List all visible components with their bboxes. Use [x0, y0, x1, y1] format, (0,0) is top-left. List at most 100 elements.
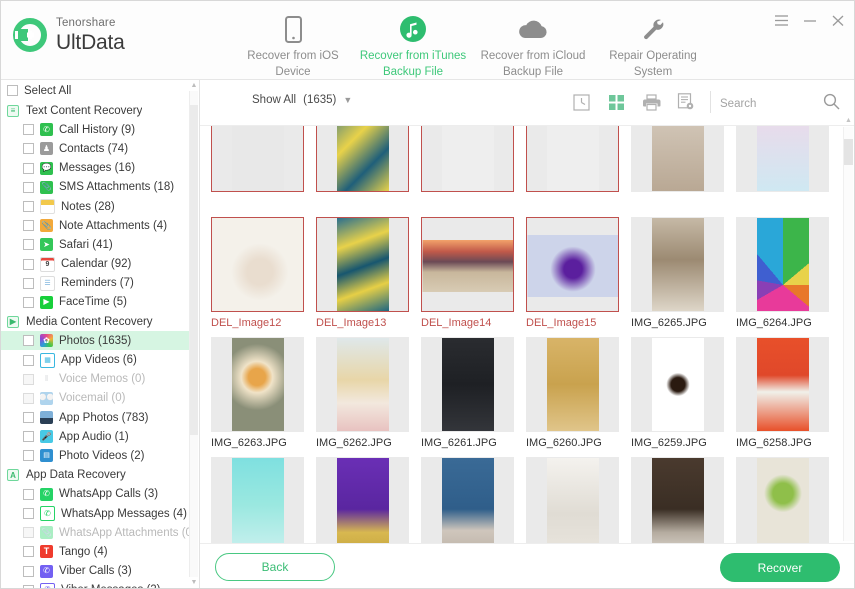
photo-thumbnail[interactable]	[421, 217, 514, 312]
sidebar-item-note-attachments[interactable]: 📎 Note Attachments (4)	[1, 216, 191, 235]
photo-cell[interactable]: DEL_Image15	[522, 217, 627, 337]
grid-scrollbar-thumb[interactable]	[844, 139, 853, 165]
photo-cell[interactable]	[207, 126, 312, 217]
item-checkbox[interactable]	[23, 163, 34, 174]
photo-cell[interactable]: IMG_6259.JPG	[627, 337, 732, 457]
item-checkbox[interactable]	[23, 220, 34, 231]
photo-thumbnail[interactable]	[736, 126, 829, 192]
sidebar-item-contacts[interactable]: ♟ Contacts (74)	[1, 139, 191, 158]
photo-cell[interactable]	[522, 126, 627, 217]
sidebar-item-calendar[interactable]: 9 Calendar (92)	[1, 255, 191, 274]
item-checkbox[interactable]	[23, 239, 34, 250]
photo-thumbnail[interactable]	[631, 337, 724, 432]
photo-cell[interactable]: IMG_6264.JPG	[732, 217, 837, 337]
export-settings-icon[interactable]	[676, 92, 696, 112]
photo-thumbnail[interactable]	[526, 217, 619, 312]
photo-cell[interactable]: DEL_Image14	[417, 217, 522, 337]
photo-thumbnail[interactable]	[526, 337, 619, 432]
minimize-icon[interactable]	[803, 14, 817, 27]
photo-thumbnail[interactable]	[526, 126, 619, 192]
photo-cell[interactable]	[627, 126, 732, 217]
item-checkbox[interactable]	[23, 124, 34, 135]
select-all-checkbox[interactable]	[7, 85, 18, 96]
photo-cell[interactable]: IMG_6253.JPG	[627, 457, 732, 543]
photo-cell[interactable]: IMG_6252.JPG	[732, 457, 837, 543]
filter-dropdown[interactable]: Show All (1635) ▼	[252, 94, 352, 106]
sidebar-item-app-audio[interactable]: 🎤 App Audio (1)	[1, 427, 191, 446]
item-checkbox[interactable]	[23, 259, 34, 270]
item-checkbox[interactable]	[23, 143, 34, 154]
photo-thumbnail[interactable]	[211, 337, 304, 432]
tab-recover-from-ios-device[interactable]: Recover from iOS Device	[233, 9, 353, 80]
item-checkbox[interactable]	[23, 546, 34, 557]
photo-thumbnail[interactable]	[421, 337, 514, 432]
sidebar-item-photos[interactable]: ✿ Photos (1635)	[1, 331, 191, 350]
sidebar-item-viber-messages[interactable]: ✆ Viber Messages (2)	[1, 581, 191, 589]
item-checkbox[interactable]	[23, 566, 34, 577]
sidebar-item-photo-videos[interactable]: ▤ Photo Videos (2)	[1, 446, 191, 465]
sidebar-scrollbar-thumb[interactable]	[190, 105, 198, 435]
photo-cell[interactable]: DEL_Image12	[207, 217, 312, 337]
photo-cell[interactable]	[732, 126, 837, 217]
grid-view-icon[interactable]	[606, 92, 626, 112]
sidebar-scrollbar[interactable]: ▲ ▼	[189, 91, 198, 577]
photo-cell[interactable]: IMG_6258.JPG	[732, 337, 837, 457]
item-checkbox[interactable]	[23, 201, 34, 212]
sidebar-item-call-history[interactable]: ✆ Call History (9)	[1, 120, 191, 139]
item-checkbox[interactable]	[23, 508, 34, 519]
sidebar-item-reminders[interactable]: ☰ Reminders (7)	[1, 274, 191, 293]
photo-thumbnail[interactable]	[211, 217, 304, 312]
sidebar-group-media-content-recovery[interactable]: ▶ Media Content Recovery	[1, 312, 191, 331]
sidebar-item-voicemail[interactable]: ⚪⚪ Voicemail (0)	[1, 389, 191, 408]
photo-cell[interactable]: IMG_6256.JPG	[312, 457, 417, 543]
photo-cell[interactable]: IMG_6261.JPG	[417, 337, 522, 457]
tab-repair-operating-system[interactable]: Repair Operating System	[593, 9, 713, 80]
photo-cell[interactable]	[312, 126, 417, 217]
item-checkbox[interactable]	[23, 393, 34, 404]
tab-recover-from-icloud-backup[interactable]: Recover from iCloud Backup File	[473, 9, 593, 80]
photo-cell[interactable]	[417, 126, 522, 217]
photo-thumbnail[interactable]	[421, 126, 514, 192]
photo-thumbnail[interactable]	[421, 457, 514, 543]
item-checkbox[interactable]	[23, 374, 34, 385]
sidebar-group-app-data-recovery[interactable]: A App Data Recovery	[1, 466, 191, 485]
sidebar-item-whatsapp-messages[interactable]: ✆ WhatsApp Messages (4)	[1, 504, 191, 523]
search-box[interactable]	[718, 93, 840, 115]
photo-cell[interactable]: IMG_6257.JPG	[207, 457, 312, 543]
sidebar-item-whatsapp-attachments[interactable]: 📎 WhatsApp Attachments (0)	[1, 523, 191, 542]
close-icon[interactable]	[831, 14, 845, 27]
sidebar-item-tango[interactable]: T Tango (4)	[1, 542, 191, 561]
item-checkbox[interactable]	[23, 278, 34, 289]
photo-thumbnail[interactable]	[736, 337, 829, 432]
grid-scrollbar[interactable]: ▲ ▼	[843, 127, 853, 541]
item-checkbox[interactable]	[23, 412, 34, 423]
photo-thumbnail[interactable]	[316, 126, 409, 192]
back-button[interactable]: Back	[215, 553, 335, 581]
item-checkbox[interactable]	[23, 335, 34, 346]
photo-thumbnail[interactable]	[316, 457, 409, 543]
photo-cell[interactable]: IMG_6255.JPG	[417, 457, 522, 543]
photo-thumbnail[interactable]	[631, 457, 724, 543]
photo-thumbnail[interactable]	[736, 457, 829, 543]
sidebar-item-sms-attachments[interactable]: 📎 SMS Attachments (18)	[1, 178, 191, 197]
photo-cell[interactable]: IMG_6262.JPG	[312, 337, 417, 457]
item-checkbox[interactable]	[23, 450, 34, 461]
menu-icon[interactable]	[774, 14, 789, 27]
search-icon[interactable]	[823, 93, 840, 115]
sidebar-item-app-videos[interactable]: ▦ App Videos (6)	[1, 350, 191, 369]
tab-recover-from-itunes-backup[interactable]: Recover from iTunes Backup File	[353, 9, 473, 80]
photo-thumbnail[interactable]	[631, 126, 724, 192]
item-checkbox[interactable]	[23, 527, 34, 538]
sidebar-item-select-all[interactable]: Select All	[1, 80, 191, 101]
sidebar-item-safari[interactable]: ➤ Safari (41)	[1, 235, 191, 254]
item-checkbox[interactable]	[23, 297, 34, 308]
sidebar-item-messages[interactable]: 💬 Messages (16)	[1, 159, 191, 178]
photo-thumbnail[interactable]	[631, 217, 724, 312]
sidebar-item-app-photos[interactable]: App Photos (783)	[1, 408, 191, 427]
sidebar-item-voice-memos[interactable]: ‖ Voice Memos (0)	[1, 370, 191, 389]
photo-cell[interactable]: IMG_6263.JPG	[207, 337, 312, 457]
item-checkbox[interactable]	[23, 489, 34, 500]
recover-button[interactable]: Recover	[720, 553, 840, 582]
sidebar-item-whatsapp-calls[interactable]: ✆ WhatsApp Calls (3)	[1, 485, 191, 504]
sidebar-item-notes[interactable]: Notes (28)	[1, 197, 191, 216]
